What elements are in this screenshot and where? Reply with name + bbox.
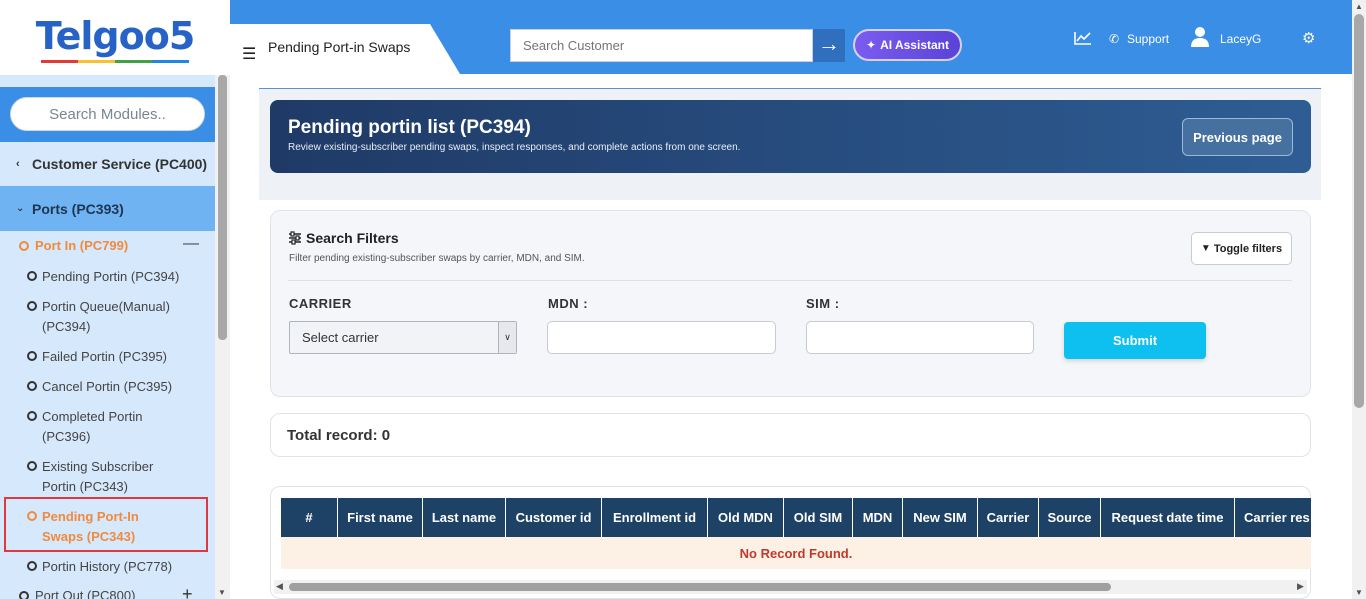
column-header-customer-id[interactable]: Customer id (506, 498, 602, 537)
gear-icon[interactable]: ⚙ (1302, 29, 1315, 47)
table-horizontal-scrollbar[interactable]: ◀ ▶ (274, 580, 1307, 594)
submit-button[interactable]: Submit (1064, 322, 1206, 359)
sidebar-item-label: Ports (PC393) (32, 200, 124, 217)
search-modules-input[interactable] (10, 97, 205, 131)
column-header-source[interactable]: Source (1039, 498, 1101, 537)
chevron-down-icon: ∨ (498, 322, 516, 353)
logo-text: Telgoo5 (35, 13, 196, 58)
sidebar-item-label: Pending Port-In Swaps (PC343) (42, 509, 139, 544)
sidebar-item-label: Customer Service (PC400) (32, 156, 208, 172)
scroll-right-icon[interactable]: ▶ (1297, 581, 1304, 592)
magic-wand-icon: ✦ (866, 38, 877, 52)
previous-page-button[interactable]: Previous page (1182, 118, 1293, 156)
sidebar-item-label: Portin History (PC778) (42, 559, 173, 574)
carrier-label: CARRIER (289, 296, 352, 311)
hero-title: Pending portin list (PC394) (288, 117, 531, 138)
search-customer-input[interactable] (510, 29, 813, 62)
collapse-icon[interactable]: — (183, 235, 199, 253)
sidebar-search-area (0, 87, 215, 142)
sidebar-item-port-in[interactable]: Port In (PC799) — (0, 235, 215, 257)
username[interactable]: LaceyG (1220, 32, 1261, 46)
divider (288, 280, 1292, 281)
toggle-filters-button[interactable]: ▼ Toggle filters (1191, 232, 1292, 265)
column-header-old-sim[interactable]: Old SIM (784, 498, 853, 537)
column-header-index[interactable]: # (281, 498, 338, 537)
carrier-select-value: Select carrier (302, 330, 379, 345)
column-header-last-name[interactable]: Last name (423, 498, 506, 537)
sidebar-item-label: Completed Portin (PC396) (42, 409, 143, 444)
ai-assistant-button[interactable]: ✦ AI Assistant (853, 29, 962, 61)
circle-icon (27, 301, 37, 311)
filters-subtitle: Filter pending existing-subscriber swaps… (289, 253, 585, 264)
table-header: # First name Last name Customer id Enrol… (281, 498, 1311, 537)
sidebar: Telgoo5 ‹ Customer Service (PC400) ⌄ Por… (0, 0, 230, 599)
sidebar-item-label: Portin Queue(Manual) (PC394) (42, 299, 170, 334)
search-filters-card (270, 210, 1311, 397)
funnel-icon: ▼ (1200, 243, 1211, 254)
column-header-new-sim[interactable]: New SIM (903, 498, 978, 537)
mdn-label: MDN : (548, 296, 589, 311)
sidebar-item-label: Port Out (PC800) (35, 588, 136, 599)
carrier-select[interactable]: Select carrier ∨ (289, 321, 517, 354)
scrollbar-thumb[interactable] (289, 583, 1111, 591)
circle-icon (27, 381, 37, 391)
chevron-down-icon: ⌄ (16, 203, 25, 214)
page-title: Pending Port-in Swaps (268, 39, 411, 55)
toggle-filters-label: Toggle filters (1213, 242, 1283, 255)
circle-icon (27, 351, 37, 361)
column-header-request-date-time[interactable]: Request date time (1101, 498, 1235, 537)
sidebar-item-label: Existing Subscriber Portin (PC343) (42, 459, 154, 494)
column-header-enrollment-id[interactable]: Enrollment id (602, 498, 708, 537)
chevron-left-icon: ‹ (16, 158, 20, 170)
filters-title: Search Filters (306, 230, 399, 246)
sidebar-item-label: Pending Portin (PC394) (42, 269, 180, 284)
support-link[interactable]: Support (1127, 32, 1169, 46)
scroll-left-icon[interactable]: ◀ (276, 581, 283, 592)
expand-icon[interactable]: + (182, 584, 193, 599)
scrollbar-thumb[interactable] (218, 75, 227, 340)
user-icon[interactable] (1190, 26, 1210, 48)
circle-icon (27, 411, 37, 421)
column-header-carrier-response[interactable]: Carrier res (1235, 498, 1311, 537)
sliders-icon (289, 231, 301, 245)
phone-icon: ✆ (1109, 32, 1120, 46)
scrollbar-thumb[interactable] (1354, 14, 1364, 408)
scroll-up-icon[interactable]: ▲ (1355, 2, 1363, 11)
ai-assistant-label: AI Assistant (880, 38, 949, 52)
sidebar-item-label: Cancel Portin (PC395) (42, 379, 173, 394)
sidebar-item-label: Failed Portin (PC395) (42, 349, 167, 364)
sidebar-item-customer-service[interactable]: ‹ Customer Service (PC400) (0, 142, 215, 186)
total-record: Total record: 0 (287, 427, 391, 444)
circle-icon (27, 561, 37, 571)
hamburger-menu-icon[interactable]: ☰ (242, 44, 256, 64)
circle-icon (27, 461, 37, 471)
sim-input[interactable] (806, 321, 1034, 354)
scroll-down-icon[interactable]: ▼ (218, 588, 226, 597)
sidebar-item-ports[interactable]: ⌄ Ports (PC393) (0, 186, 215, 231)
column-header-first-name[interactable]: First name (338, 498, 423, 537)
chart-line-icon[interactable] (1074, 31, 1092, 45)
sidebar-item-port-out[interactable]: Port Out (PC800) + (0, 584, 215, 599)
circle-icon (19, 591, 29, 599)
empty-table-message: No Record Found. (281, 537, 1311, 569)
total-record-card (270, 413, 1311, 457)
column-header-mdn[interactable]: MDN (853, 498, 903, 537)
scroll-down-icon[interactable]: ▼ (1355, 588, 1363, 597)
sidebar-item-label: Port In (PC799) (35, 238, 129, 253)
circle-icon (19, 241, 29, 251)
search-submit-arrow-icon[interactable]: → (813, 29, 845, 62)
circle-icon (27, 511, 37, 521)
hero-subtitle: Review existing-subscriber pending swaps… (288, 142, 741, 153)
logo[interactable]: Telgoo5 (0, 0, 230, 75)
main-scrollbar[interactable]: ▲ ▼ (1352, 0, 1366, 599)
column-header-old-mdn[interactable]: Old MDN (708, 498, 784, 537)
sim-label: SIM : (806, 296, 840, 311)
mdn-input[interactable] (547, 321, 776, 354)
circle-icon (27, 271, 37, 281)
column-header-carrier[interactable]: Carrier (978, 498, 1039, 537)
logo-underline (41, 60, 189, 63)
sidebar-scrollbar[interactable]: ▼ (215, 75, 230, 599)
